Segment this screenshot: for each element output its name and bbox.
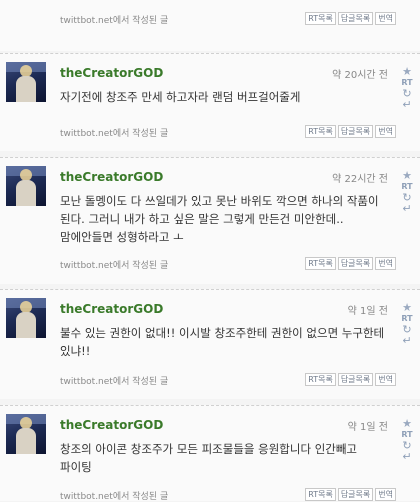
translate-button[interactable]: 번역 [375,373,396,386]
tweet-side-actions: ★ RT ↻ ↵ [400,66,414,110]
rt-list-button[interactable]: RT목록 [305,488,336,501]
favorite-icon[interactable]: ★ [400,170,414,181]
rt-list-button[interactable]: RT목록 [305,257,336,270]
tweet-actions: RT목록 답글목록 번역 [305,488,396,501]
avatar[interactable] [6,414,46,454]
reply-list-button[interactable]: 답글목록 [337,12,374,25]
timeline-feed: twittbot.net에서 작성된 글 RT목록 답글목록 번역 theCre… [0,0,420,502]
favorite-icon[interactable]: ★ [400,66,414,77]
tweet-card: theCreatorGOD 약 1일 전 창조의 아이콘 창조주가 모든 피조물… [0,405,420,502]
timestamp[interactable]: 약 20시간 전 [332,66,388,81]
favorite-icon[interactable]: ★ [400,302,414,313]
translate-button[interactable]: 번역 [375,12,396,25]
translate-button[interactable]: 번역 [375,488,396,501]
tweet-actions: RT목록 답글목록 번역 [305,257,396,270]
tweet-side-actions: ★ RT ↻ ↵ [400,170,414,214]
timestamp[interactable]: 약 1일 전 [348,418,388,433]
tweet-side-actions: ★ RT ↻ ↵ [400,418,414,462]
username-link[interactable]: theCreatorGOD [60,66,163,80]
tweet-card-partial: twittbot.net에서 작성된 글 RT목록 답글목록 번역 [0,0,420,51]
reply-list-button[interactable]: 답글목록 [337,257,374,270]
tweet-actions: RT목록 답글목록 번역 [305,12,396,25]
tweet-text: 창조의 아이콘 창조주가 모든 피조물들을 응원합니다 인간빼고 파이팅 [60,442,358,474]
source-label: twittbot.net에서 작성된 글 [60,261,169,271]
source-label: twittbot.net에서 작성된 글 [60,129,169,139]
source-label: twittbot.net에서 작성된 글 [60,492,169,502]
reply-list-button[interactable]: 답글목록 [337,125,374,138]
translate-button[interactable]: 번역 [375,125,396,138]
avatar[interactable] [6,166,46,206]
tweet-actions: RT목록 답글목록 번역 [305,125,396,138]
username-link[interactable]: theCreatorGOD [60,302,163,316]
timestamp[interactable]: 약 22시간 전 [332,170,388,185]
tweet-text: 불수 있는 권한이 없대!! 이시발 창조주한테 권한이 없으면 누구한테 있냐… [60,326,385,358]
reply-icon[interactable]: ↵ [400,335,414,346]
timestamp[interactable]: 약 1일 전 [348,302,388,317]
translate-button[interactable]: 번역 [375,257,396,270]
tweet-card: theCreatorGOD 약 20시간 전 자기전에 창조주 만세 하고자라 … [0,53,420,151]
reply-icon[interactable]: ↵ [400,451,414,462]
tweet-text: 자기전에 창조주 만세 하고자라 랜덤 버프걸어줄게 [60,90,301,104]
tweet-actions: RT목록 답글목록 번역 [305,373,396,386]
tweet-side-actions: ★ RT ↻ ↵ [400,302,414,346]
username-link[interactable]: theCreatorGOD [60,170,163,184]
rt-list-button[interactable]: RT목록 [305,12,336,25]
reply-list-button[interactable]: 답글목록 [337,488,374,501]
reply-icon[interactable]: ↵ [400,99,414,110]
reply-icon[interactable]: ↵ [400,203,414,214]
tweet-card: theCreatorGOD 약 22시간 전 모난 돌멩이도 다 쓰일데가 있고… [0,157,420,284]
avatar[interactable] [6,298,46,338]
source-label: twittbot.net에서 작성된 글 [60,377,169,387]
source-label: twittbot.net에서 작성된 글 [60,16,169,26]
rt-list-button[interactable]: RT목록 [305,373,336,386]
favorite-icon[interactable]: ★ [400,418,414,429]
tweet-text: 모난 돌멩이도 다 쓰일데가 있고 못난 바위도 깍으면 하나의 작품이 된다.… [60,194,379,244]
avatar[interactable] [6,62,46,102]
username-link[interactable]: theCreatorGOD [60,418,163,432]
reply-list-button[interactable]: 답글목록 [337,373,374,386]
rt-list-button[interactable]: RT목록 [305,125,336,138]
tweet-card: theCreatorGOD 약 1일 전 불수 있는 권한이 없대!! 이시발 … [0,289,420,399]
